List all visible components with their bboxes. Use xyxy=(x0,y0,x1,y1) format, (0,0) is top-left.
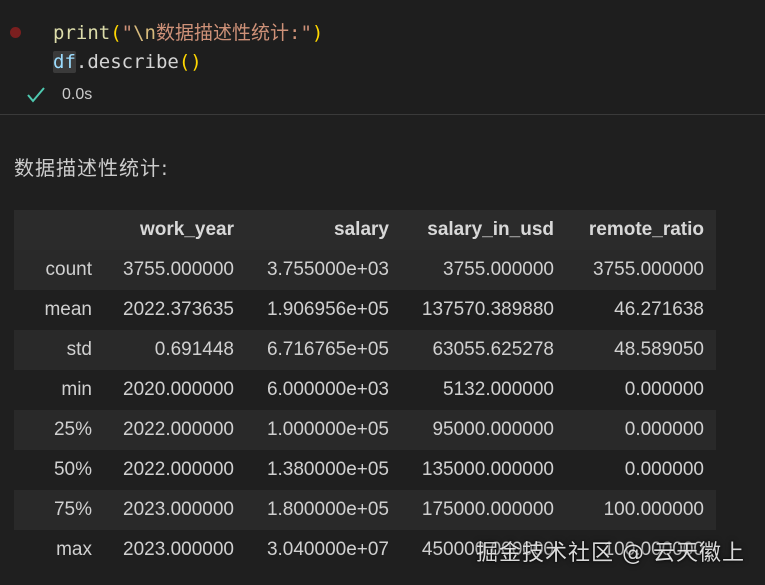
table-row: 75% 2023.000000 1.800000e+05 175000.0000… xyxy=(14,490,716,530)
table-cell: 63055.625278 xyxy=(401,330,566,370)
code-cell[interactable]: print("\n数据描述性统计:") df.describe() 0.0s xyxy=(0,0,765,115)
table-cell: 0.000000 xyxy=(566,410,716,450)
row-label: count xyxy=(14,250,104,290)
execution-status: 0.0s xyxy=(26,86,92,104)
breakpoint-indicator[interactable] xyxy=(10,27,21,38)
table-cell: 6.000000e+03 xyxy=(246,370,401,410)
table-header-row: work_year salary salary_in_usd remote_ra… xyxy=(14,210,716,250)
table-cell: 1.000000e+05 xyxy=(246,410,401,450)
table-cell: 100.000000 xyxy=(566,490,716,530)
table-cell: 6.716765e+05 xyxy=(246,330,401,370)
table-cell: 175000.000000 xyxy=(401,490,566,530)
describe-table: work_year salary salary_in_usd remote_ra… xyxy=(14,210,716,570)
table-cell: 2023.000000 xyxy=(104,530,246,570)
table-cell: 48.589050 xyxy=(566,330,716,370)
check-icon xyxy=(27,87,45,103)
call-parens: () xyxy=(178,51,202,73)
cell-output: 数据描述性统计: work_year salary salary_in_usd … xyxy=(0,115,765,585)
table-row: min 2020.000000 6.000000e+03 5132.000000… xyxy=(14,370,716,410)
header-remote-ratio: remote_ratio xyxy=(566,210,716,250)
table-cell: 2022.373635 xyxy=(104,290,246,330)
code-line-describe[interactable]: df.describe() xyxy=(53,50,202,74)
table-cell: 1.800000e+05 xyxy=(246,490,401,530)
watermark: 掘金技术社区 @ 云天徽上 xyxy=(476,541,745,566)
table-cell: 1.380000e+05 xyxy=(246,450,401,490)
table-cell: 2022.000000 xyxy=(104,410,246,450)
table-cell: 135000.000000 xyxy=(401,450,566,490)
open-paren: ( xyxy=(110,22,122,44)
table-cell: 5132.000000 xyxy=(401,370,566,410)
table-cell: 0.691448 xyxy=(104,330,246,370)
table-cell: 95000.000000 xyxy=(401,410,566,450)
table-cell: 0.000000 xyxy=(566,370,716,410)
header-salary: salary xyxy=(246,210,401,250)
string-quote-open: " xyxy=(121,22,134,44)
row-label: mean xyxy=(14,290,104,330)
table-cell: 3755.000000 xyxy=(104,250,246,290)
table-cell: 2022.000000 xyxy=(104,450,246,490)
table-row: std 0.691448 6.716765e+05 63055.625278 4… xyxy=(14,330,716,370)
table-cell: 3.040000e+07 xyxy=(246,530,401,570)
row-label: std xyxy=(14,330,104,370)
row-label: 50% xyxy=(14,450,104,490)
printed-output-text: 数据描述性统计: xyxy=(14,156,169,180)
string-quote-close: " xyxy=(300,22,312,44)
table-cell: 3.755000e+03 xyxy=(246,250,401,290)
row-label: 25% xyxy=(14,410,104,450)
table-cell: 3755.000000 xyxy=(566,250,716,290)
table-cell: 2020.000000 xyxy=(104,370,246,410)
header-index xyxy=(14,210,104,250)
execution-time: 0.0s xyxy=(62,86,93,103)
table-cell: 2023.000000 xyxy=(104,490,246,530)
notebook-page: print("\n数据描述性统计:") df.describe() 0.0s 数… xyxy=(0,0,765,585)
table-row: count 3755.000000 3.755000e+03 3755.0000… xyxy=(14,250,716,290)
table-cell: 0.000000 xyxy=(566,450,716,490)
print-function: print xyxy=(53,22,111,44)
close-paren: ) xyxy=(311,22,324,44)
code-line-print[interactable]: print("\n数据描述性统计:") xyxy=(53,21,323,45)
table-row: 25% 2022.000000 1.000000e+05 95000.00000… xyxy=(14,410,716,450)
string-text: 数据描述性统计: xyxy=(156,22,301,44)
table-row: mean 2022.373635 1.906956e+05 137570.389… xyxy=(14,290,716,330)
header-work-year: work_year xyxy=(104,210,246,250)
table-cell: 3755.000000 xyxy=(401,250,566,290)
row-label: min xyxy=(14,370,104,410)
describe-method: .describe xyxy=(75,51,179,73)
table-cell: 137570.389880 xyxy=(401,290,566,330)
newline-escape: \n xyxy=(133,22,156,44)
row-label: max xyxy=(14,530,104,570)
table-row: 50% 2022.000000 1.380000e+05 135000.0000… xyxy=(14,450,716,490)
row-label: 75% xyxy=(14,490,104,530)
df-variable: df xyxy=(53,51,76,73)
table-cell: 46.271638 xyxy=(566,290,716,330)
header-salary-in-usd: salary_in_usd xyxy=(401,210,566,250)
table-cell: 1.906956e+05 xyxy=(246,290,401,330)
